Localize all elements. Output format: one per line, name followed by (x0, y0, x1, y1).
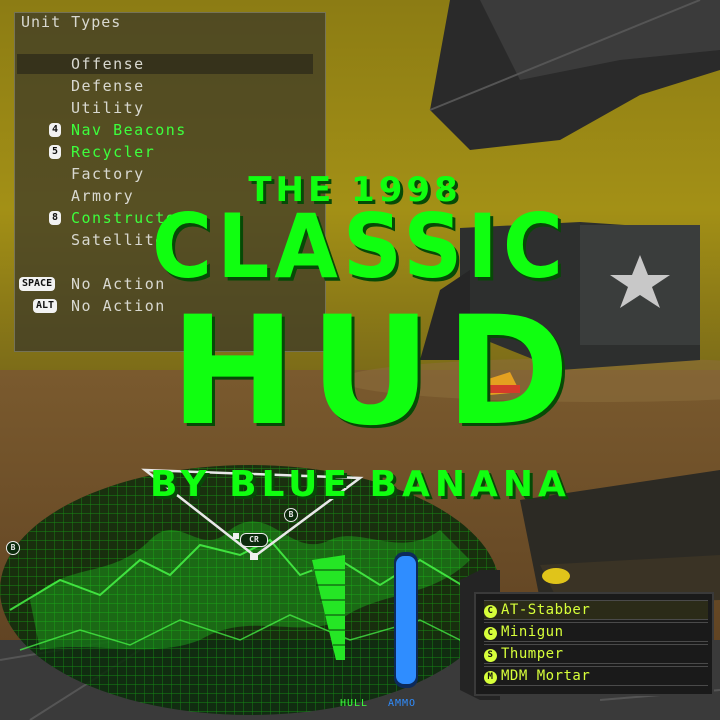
panel-title: Unit Types (21, 13, 122, 31)
title-line-author: BY BLUE BANANA (150, 464, 571, 505)
weapon-group-icon: S (484, 649, 497, 662)
menu-item-utility[interactable]: Utility (71, 98, 145, 118)
menu-item-factory[interactable]: Factory (71, 164, 145, 184)
weapon-name: AT-Stabber (501, 602, 591, 618)
hotkey-badge: SPACE (19, 277, 56, 291)
hotkey-badge: 4 (49, 123, 62, 137)
title-line-hud: HUD (170, 285, 584, 459)
weapon-slot-4[interactable]: M MDM Mortar (484, 666, 708, 686)
weapon-slot-2[interactable]: C Minigun (484, 622, 708, 642)
hotkey-badge: 5 (49, 145, 62, 159)
hull-label: HULL (340, 698, 369, 709)
radar-marker: B (6, 541, 20, 555)
weapon-group-icon: C (484, 627, 497, 640)
menu-item-defense[interactable]: Defense (71, 76, 145, 96)
hotkey-badge: 8 (49, 211, 62, 225)
title-line-classic: CLASSIC (151, 196, 568, 299)
weapon-group-icon: C (484, 605, 497, 618)
weapon-name: Minigun (501, 624, 564, 640)
weapon-slot-1[interactable]: C AT-Stabber (484, 600, 708, 620)
weapon-name: MDM Mortar (501, 668, 591, 684)
menu-item-armory[interactable]: Armory (71, 186, 134, 206)
weapon-panel: C AT-Stabber C Minigun S Thumper M MDM Morta… (474, 592, 714, 696)
action-alt[interactable]: No Action (71, 296, 166, 316)
radar-marker: CR (240, 533, 268, 547)
menu-item-nav-beacons[interactable]: Nav Beacons (71, 120, 187, 140)
weapon-name: Thumper (501, 646, 564, 662)
weapon-group-icon: M (484, 671, 497, 684)
hotkey-badge: ALT (33, 299, 58, 313)
weapon-slot-3[interactable]: S Thumper (484, 644, 708, 664)
menu-item-offense[interactable]: Offense (17, 54, 313, 74)
radar-marker: B (284, 508, 298, 522)
menu-item-recycler[interactable]: Recycler (71, 142, 155, 162)
ammo-label: AMMO (388, 698, 417, 709)
